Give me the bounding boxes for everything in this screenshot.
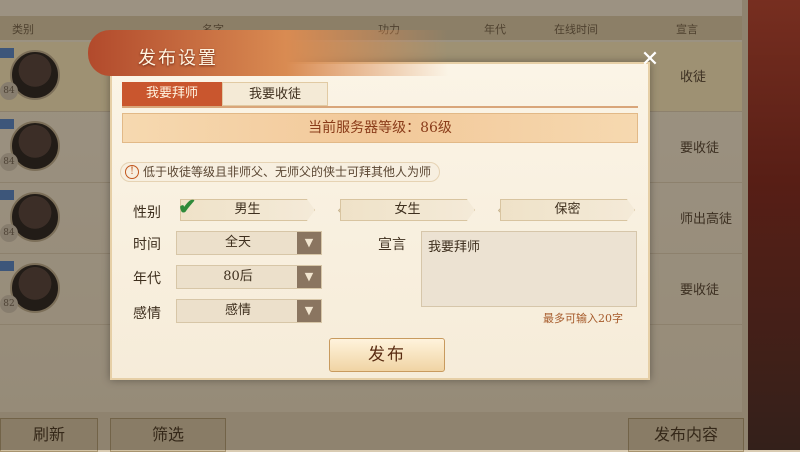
- time-select-value: 全天: [224, 235, 251, 250]
- dropdown-arrow-icon[interactable]: ▼: [297, 232, 321, 254]
- server-level-banner: 当前服务器等级：86级: [122, 113, 638, 143]
- tab-take-disciple[interactable]: 我要收徒: [222, 82, 328, 106]
- time-label: 时间: [133, 237, 161, 253]
- gender-label: 性别: [133, 205, 161, 221]
- tab-seek-master[interactable]: 我要拜师: [122, 82, 222, 106]
- info-note: ! 低于收徒等级且非师父、无师父的侠士可拜其他人为师: [120, 162, 441, 182]
- tab-divider: [122, 106, 638, 108]
- emotion-select[interactable]: 感情 ▼: [176, 299, 322, 323]
- emotion-select-value: 感情: [224, 303, 251, 318]
- publish-settings-dialog: [110, 62, 650, 380]
- gender-option-secret[interactable]: 保密: [500, 199, 635, 221]
- publish-button[interactable]: 发布: [329, 338, 445, 372]
- checkmark-icon: ✔: [178, 194, 197, 220]
- info-note-text: 低于收徒等级且非师父、无师父的侠士可拜其他人为师: [143, 165, 432, 179]
- era-select-value: 80后: [223, 269, 253, 284]
- time-select[interactable]: 全天 ▼: [176, 231, 322, 255]
- close-icon: ✕: [640, 47, 660, 72]
- declaration-input[interactable]: 我要拜师: [421, 231, 637, 307]
- dropdown-arrow-icon[interactable]: ▼: [297, 300, 321, 322]
- dropdown-arrow-icon[interactable]: ▼: [297, 266, 321, 288]
- emotion-label: 感情: [133, 306, 161, 322]
- close-button[interactable]: ✕: [638, 48, 662, 72]
- gender-option-female[interactable]: 女生: [340, 199, 475, 221]
- dialog-title: 发布设置: [138, 48, 218, 69]
- declaration-label: 宣言: [378, 237, 406, 253]
- character-limit-hint: 最多可输入20字: [543, 312, 623, 325]
- exclamation-icon: !: [125, 165, 139, 179]
- era-select[interactable]: 80后 ▼: [176, 265, 322, 289]
- era-label: 年代: [133, 271, 161, 287]
- gender-option-male[interactable]: 男生: [180, 199, 315, 221]
